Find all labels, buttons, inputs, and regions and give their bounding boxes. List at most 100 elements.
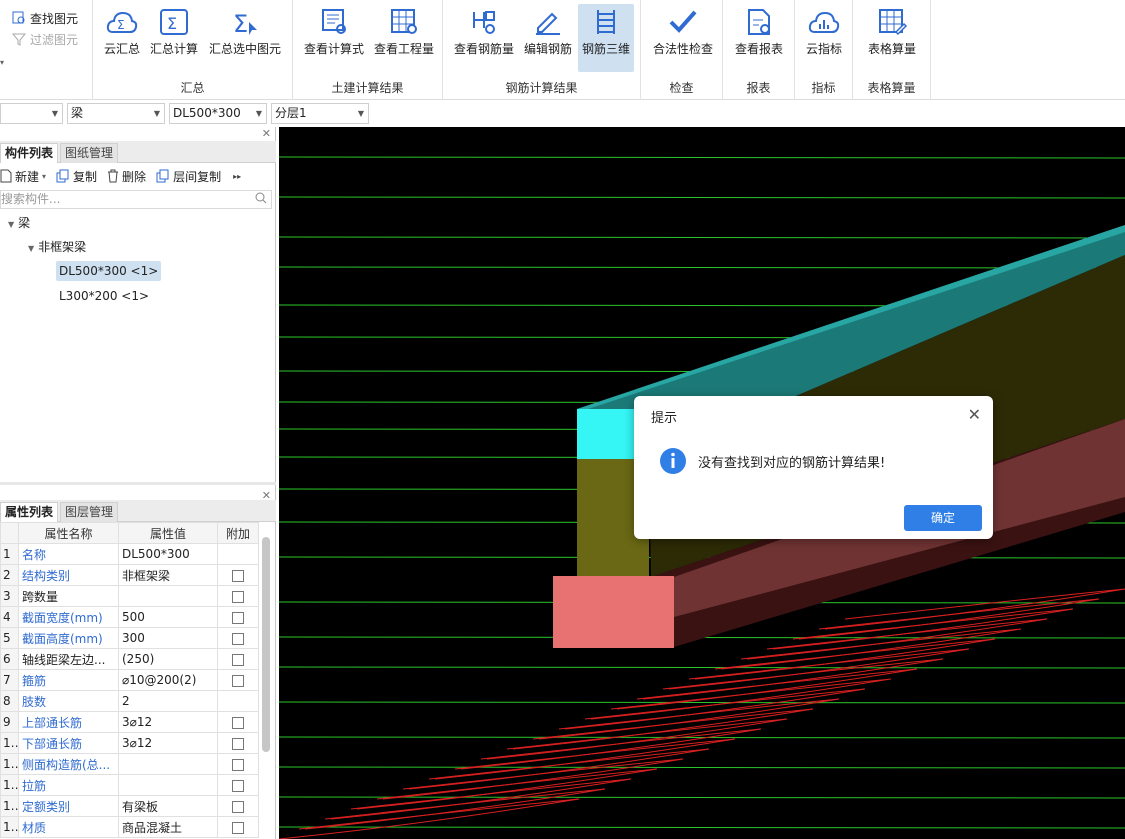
summary-calc-button[interactable]: Σ 汇总计算: [148, 4, 200, 72]
component-combo[interactable]: DL500*300 ▼: [169, 103, 267, 124]
header-index: [0, 522, 19, 544]
extra-checkbox[interactable]: [232, 632, 244, 645]
tab-property-list[interactable]: 属性列表: [0, 502, 59, 522]
tab-drawing-manage[interactable]: 图纸管理: [60, 143, 119, 163]
property-scrollbar[interactable]: [262, 537, 270, 752]
property-extra[interactable]: [217, 543, 259, 565]
property-value[interactable]: ⌀10@200(2): [118, 669, 218, 691]
property-value[interactable]: [118, 774, 218, 796]
property-value[interactable]: 有梁板: [118, 795, 218, 817]
property-row[interactable]: 10 下部通长筋 3⌀12: [0, 732, 259, 754]
search-icon[interactable]: [255, 192, 267, 204]
property-value[interactable]: 非框架梁: [118, 564, 218, 586]
property-value[interactable]: 3⌀12: [118, 732, 218, 754]
ribbon-dropdown-icon[interactable]: ▾: [0, 58, 4, 67]
property-row[interactable]: 14 材质 商品混凝土: [0, 816, 259, 838]
property-row[interactable]: 11 侧面构造筋(总...: [0, 753, 259, 775]
property-extra[interactable]: [217, 711, 259, 733]
tab-layer-manage[interactable]: 图层管理: [60, 502, 119, 522]
more-icon[interactable]: ▸▸: [233, 172, 241, 181]
tree-item-l300[interactable]: L300*200 <1>: [59, 286, 149, 306]
new-button[interactable]: 新建 ▾: [0, 168, 46, 185]
property-value[interactable]: 300: [118, 627, 218, 649]
copy-button[interactable]: 复制: [56, 168, 97, 185]
property-extra[interactable]: [217, 627, 259, 649]
property-value[interactable]: 3⌀12: [118, 711, 218, 733]
summary-selected-button[interactable]: Σ 汇总选中图元: [205, 4, 285, 72]
extra-checkbox[interactable]: [232, 737, 244, 750]
property-value[interactable]: (250): [118, 648, 218, 670]
tree-node-non-frame-beam[interactable]: ▼ 非框架梁: [28, 237, 86, 257]
property-value[interactable]: 500: [118, 606, 218, 628]
property-value[interactable]: 2: [118, 690, 218, 712]
property-row[interactable]: 12 拉筋: [0, 774, 259, 796]
category-combo[interactable]: ▼: [0, 103, 63, 124]
view-quantity-button[interactable]: 查看工程量: [371, 4, 437, 72]
extra-checkbox[interactable]: [232, 611, 244, 624]
find-element-label: 查找图元: [30, 11, 79, 26]
panel-splitter[interactable]: [0, 482, 276, 485]
cloud-index-button[interactable]: 云指标: [801, 4, 847, 72]
extra-checkbox[interactable]: [232, 779, 244, 792]
view-rebar-qty-button[interactable]: 查看钢筋量: [451, 4, 517, 72]
property-row[interactable]: 8 肢数 2: [0, 690, 259, 712]
filter-element-button[interactable]: 过滤图元: [12, 29, 78, 49]
property-value[interactable]: 商品混凝土: [118, 816, 218, 838]
property-value[interactable]: [118, 753, 218, 775]
expand-icon[interactable]: ▼: [8, 220, 14, 229]
rebar-line: [279, 826, 1125, 829]
property-extra[interactable]: [217, 564, 259, 586]
property-name: 定额类别: [18, 795, 119, 817]
property-extra[interactable]: [217, 669, 259, 691]
tab-component-list[interactable]: 构件列表: [0, 143, 59, 163]
cloud-summary-button[interactable]: Σ 云汇总: [101, 4, 143, 72]
property-row[interactable]: 4 截面宽度(mm) 500: [0, 606, 259, 628]
property-extra[interactable]: [217, 606, 259, 628]
extra-checkbox[interactable]: [232, 716, 244, 729]
edit-rebar-button[interactable]: 编辑钢筋: [521, 4, 575, 72]
validity-check-button[interactable]: 合法性检查: [647, 4, 719, 72]
property-extra[interactable]: [217, 690, 259, 712]
extra-checkbox[interactable]: [232, 758, 244, 771]
component-search-input[interactable]: 搜索构件...: [0, 190, 272, 209]
extra-checkbox[interactable]: [232, 653, 244, 666]
extra-checkbox[interactable]: [232, 800, 244, 813]
property-row[interactable]: 2 结构类别 非框架梁: [0, 564, 259, 586]
extra-checkbox[interactable]: [232, 821, 244, 834]
property-extra[interactable]: [217, 774, 259, 796]
property-row[interactable]: 7 箍筋 ⌀10@200(2): [0, 669, 259, 691]
property-row[interactable]: 9 上部通长筋 3⌀12: [0, 711, 259, 733]
property-row[interactable]: 13 定额类别 有梁板: [0, 795, 259, 817]
property-extra[interactable]: [217, 648, 259, 670]
property-extra[interactable]: [217, 753, 259, 775]
ok-button[interactable]: 确定: [904, 505, 982, 531]
property-value[interactable]: [118, 585, 218, 607]
group-table-calc: 表格算量 表格算量: [853, 0, 931, 100]
view-formula-button[interactable]: 查看计算式: [301, 4, 367, 72]
close-icon[interactable]: ✕: [262, 127, 271, 140]
expand-icon[interactable]: ▼: [28, 244, 34, 253]
property-extra[interactable]: [217, 816, 259, 838]
extra-checkbox[interactable]: [232, 569, 244, 582]
layer-combo[interactable]: 分层1 ▼: [271, 103, 369, 124]
delete-button[interactable]: 删除: [107, 168, 146, 185]
tree-item-dl500[interactable]: DL500*300 <1>: [56, 261, 162, 281]
property-row[interactable]: 3 跨数量: [0, 585, 259, 607]
property-row[interactable]: 1 名称 DL500*300: [0, 543, 259, 565]
property-row[interactable]: 6 轴线距梁左边... (250): [0, 648, 259, 670]
rebar-3d-button[interactable]: 钢筋三维: [578, 4, 634, 72]
extra-checkbox[interactable]: [232, 674, 244, 687]
property-value[interactable]: DL500*300: [118, 543, 218, 565]
property-extra[interactable]: [217, 732, 259, 754]
close-icon[interactable]: ✕: [968, 405, 981, 424]
property-row[interactable]: 5 截面高度(mm) 300: [0, 627, 259, 649]
property-extra[interactable]: [217, 795, 259, 817]
view-report-button[interactable]: 查看报表: [729, 4, 789, 72]
property-extra[interactable]: [217, 585, 259, 607]
table-calc-button[interactable]: 表格算量: [859, 4, 925, 72]
floor-copy-button[interactable]: 层间复制: [156, 168, 221, 185]
find-element-button[interactable]: 查找图元: [12, 8, 78, 28]
extra-checkbox[interactable]: [232, 590, 244, 603]
type-combo[interactable]: 梁 ▼: [67, 103, 165, 124]
tree-node-beam[interactable]: ▼ 梁: [8, 213, 30, 233]
